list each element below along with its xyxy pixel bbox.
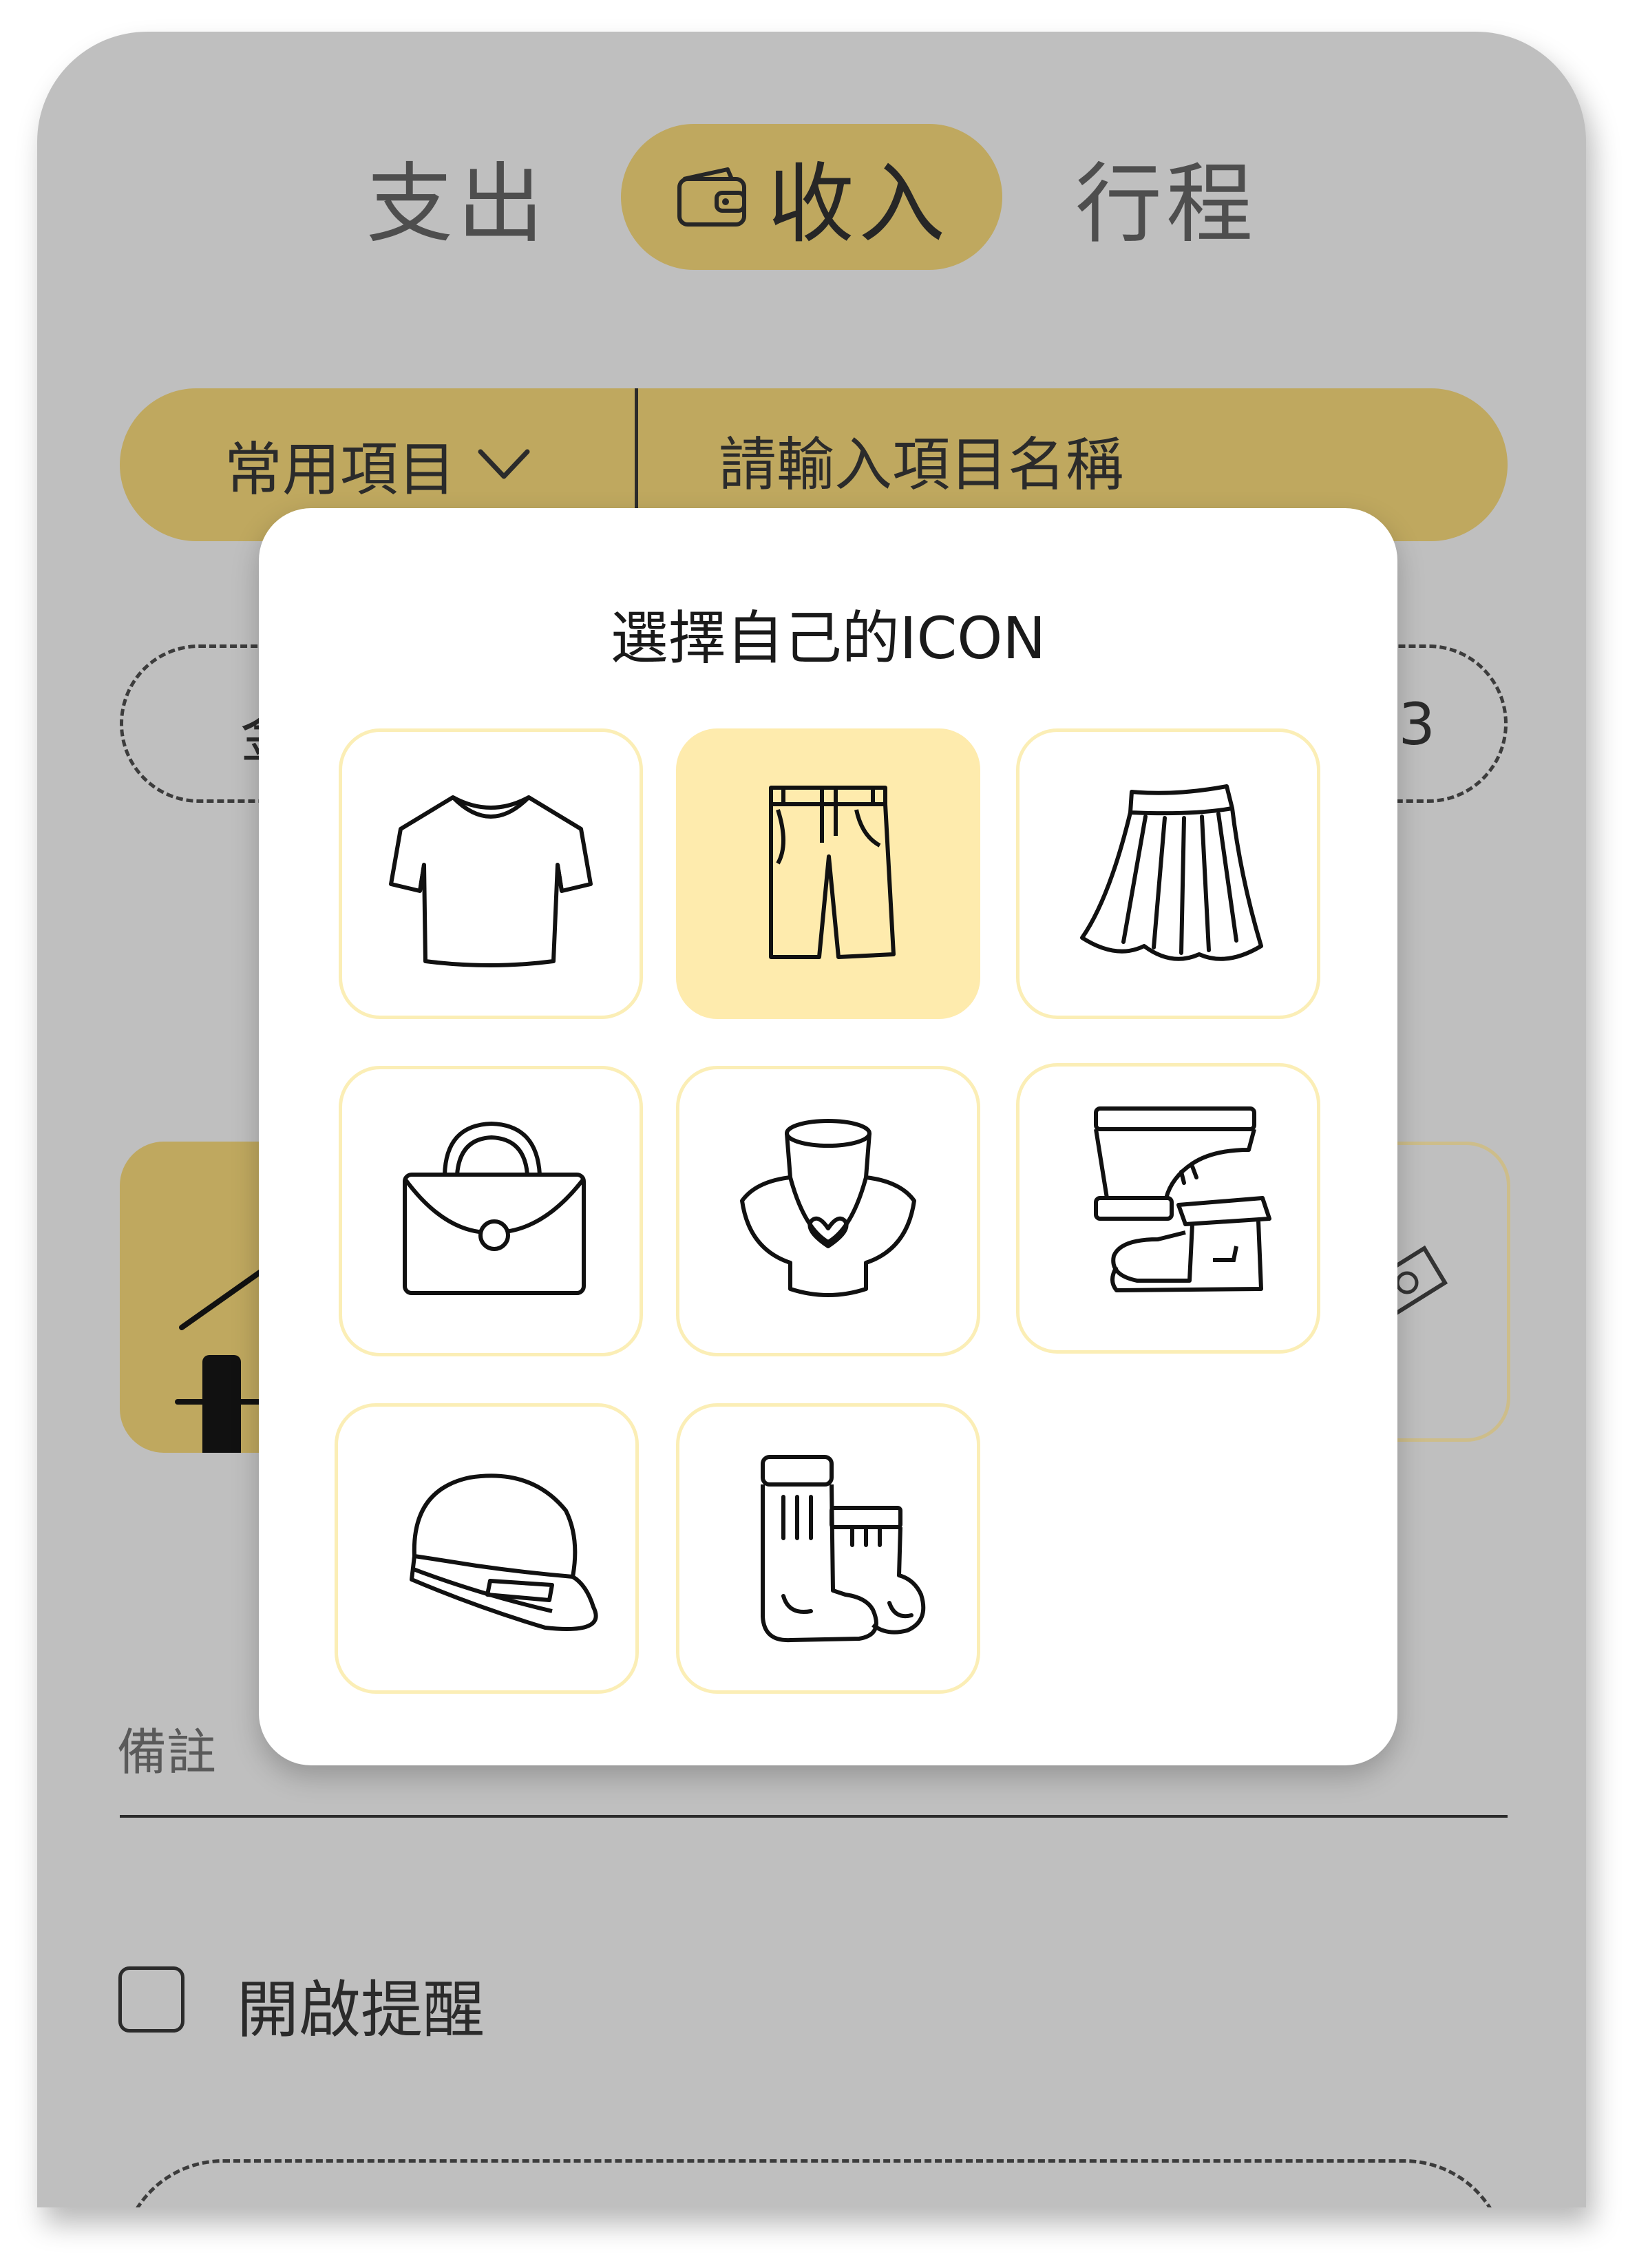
modal-title: 選擇自己的ICON [610, 605, 1046, 672]
tab-expense[interactable]: 支出 [340, 124, 574, 270]
icon-option-necklace[interactable] [676, 1066, 980, 1356]
icon-option-socks[interactable] [676, 1403, 980, 1694]
shoes-icon [1094, 1106, 1271, 1292]
necklace-icon [740, 1119, 916, 1297]
icon-option-tshirt[interactable] [339, 728, 643, 1019]
cap-icon [410, 1473, 598, 1631]
wallet-icon [677, 167, 746, 227]
socks-icon [761, 1455, 926, 1643]
icon-option-shoes[interactable] [1016, 1063, 1320, 1354]
item-name-input[interactable] [719, 416, 1476, 514]
tab-income-label: 收入 [768, 154, 949, 255]
tshirt-icon [389, 795, 593, 967]
shorts-icon [769, 786, 896, 959]
reminder-label: 開啟提醒 [237, 1974, 485, 2046]
icon-picker-modal: 選擇自己的ICON [259, 508, 1397, 1765]
note-input-line[interactable] [120, 1815, 1508, 1818]
icon-option-cap[interactable] [335, 1403, 639, 1694]
amount-value: 3 [1398, 691, 1435, 758]
tab-itinerary[interactable]: 行程 [1049, 124, 1283, 270]
skirt-icon [1080, 784, 1263, 961]
icon-option-skirt[interactable] [1016, 728, 1320, 1019]
handbag-icon [403, 1121, 586, 1295]
tab-expense-label: 支出 [366, 154, 548, 255]
chevron-down-icon [478, 449, 530, 479]
tab-income[interactable]: 收入 [621, 124, 1002, 270]
common-items-label: 常用項目 [224, 435, 456, 503]
icon-option-shorts[interactable] [676, 728, 980, 1019]
note-label: 備註 [117, 1723, 217, 1781]
reminder-checkbox[interactable] [118, 1966, 184, 2033]
tab-itinerary-label: 行程 [1075, 154, 1257, 255]
bottom-dashed-field[interactable] [120, 2159, 1508, 2207]
icon-option-handbag[interactable] [339, 1066, 643, 1356]
